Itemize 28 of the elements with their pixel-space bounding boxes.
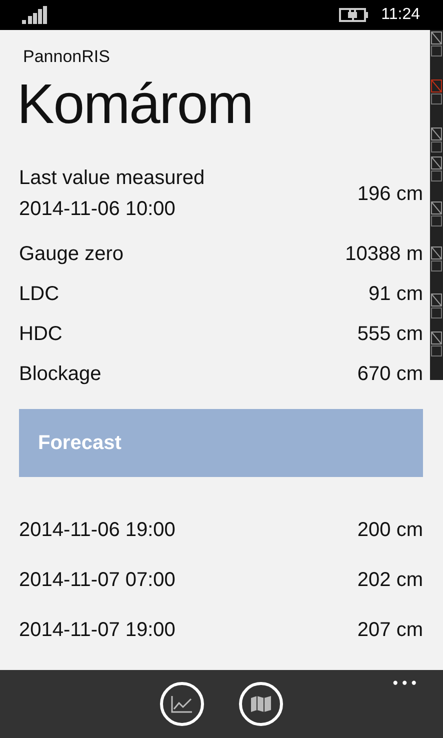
detail-value: 91 cm <box>368 282 423 306</box>
forecast-value: 202 cm <box>357 568 423 592</box>
forecast-time: 2014-11-06 19:00 <box>19 518 176 542</box>
battery-charging-icon <box>339 8 370 22</box>
more-button[interactable]: ••• <box>391 676 419 692</box>
forecast-time: 2014-11-07 19:00 <box>19 618 176 642</box>
detail-label: HDC <box>19 322 62 346</box>
chart-button[interactable] <box>160 682 204 726</box>
detail-label: Last value measured <box>19 167 205 190</box>
detail-value: 670 cm <box>357 362 423 386</box>
detail-label: Blockage <box>19 362 102 386</box>
detail-value: 10388 m <box>345 242 423 266</box>
forecast-time: 2014-11-07 07:00 <box>19 568 176 592</box>
detail-value: 555 cm <box>357 322 423 346</box>
measurement-date: 2014-11-06 10:00 <box>19 198 176 221</box>
forecast-header: Forecast <box>19 409 423 477</box>
page-title: Komárom <box>17 71 254 136</box>
detail-value: 196 cm <box>357 182 423 206</box>
forecast-value: 200 cm <box>357 518 423 542</box>
status-time: 11:24 <box>381 6 420 24</box>
line-chart-icon <box>171 695 193 713</box>
forecast-value: 207 cm <box>357 618 423 642</box>
map-icon <box>250 695 272 713</box>
signal-icon <box>22 6 48 24</box>
detail-label: Gauge zero <box>19 242 124 266</box>
detail-label: LDC <box>19 282 60 306</box>
app-name: PannonRIS <box>22 47 111 67</box>
map-button[interactable] <box>239 682 283 726</box>
